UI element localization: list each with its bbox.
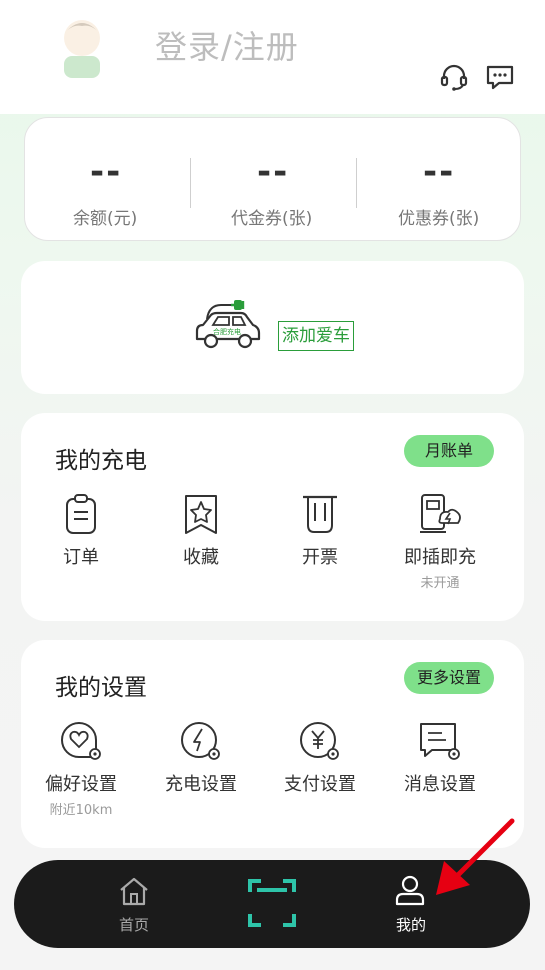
monthly-bill-button[interactable]: 月账单: [404, 435, 494, 467]
tab-home[interactable]: 首页: [104, 870, 184, 940]
preference-settings-icon: [61, 721, 101, 760]
scan-icon[interactable]: [247, 878, 297, 928]
charging-settings-icon: [181, 722, 220, 760]
coupon-stat[interactable]: -- 优惠券(张): [357, 118, 522, 242]
voucher-value: --: [257, 152, 290, 192]
payment-settings-item[interactable]: 支付设置: [260, 720, 380, 796]
coupon-value: --: [423, 152, 456, 192]
invoice-label: 开票: [302, 547, 338, 568]
tab-home-label: 首页: [119, 916, 150, 934]
orders-item[interactable]: 订单: [21, 493, 141, 569]
my-charging-title: 我的充电: [55, 448, 147, 474]
preference-settings-item[interactable]: 偏好设置 附近10km: [21, 720, 141, 818]
charging-settings-label: 充电设置: [165, 774, 237, 795]
voucher-label: 代金券(张): [231, 209, 313, 229]
electric-car-icon: 合肥充电: [195, 300, 261, 349]
account-stats-card: -- 余额(元) -- 代金券(张) -- 优惠券(张): [24, 117, 521, 241]
my-settings-title: 我的设置: [55, 675, 147, 701]
coupon-label: 优惠券(张): [398, 209, 480, 229]
clipboard-icon: [66, 494, 96, 534]
login-register-link[interactable]: 登录/注册: [155, 22, 299, 68]
header: 登录/注册: [0, 0, 545, 114]
red-arrow-annotation: [436, 818, 515, 895]
orders-label: 订单: [63, 547, 99, 568]
balance-value: --: [90, 152, 123, 192]
customer-service-icon[interactable]: [439, 62, 469, 92]
invoice-item[interactable]: 开票: [260, 493, 380, 569]
preference-settings-label: 偏好设置: [45, 774, 117, 795]
payment-settings-icon: [300, 722, 339, 760]
plug-and-charge-label: 即插即充: [404, 547, 476, 568]
message-settings-item[interactable]: 消息设置: [380, 720, 500, 796]
message-settings-icon: [420, 723, 460, 760]
message-icon[interactable]: [485, 62, 515, 92]
payment-settings-label: 支付设置: [284, 774, 356, 795]
avatar[interactable]: [52, 12, 112, 82]
car-brand-text: 合肥充电: [213, 327, 241, 336]
voucher-stat[interactable]: -- 代金券(张): [191, 118, 356, 242]
plug-and-charge-status: 未开通: [420, 576, 460, 591]
balance-stat[interactable]: -- 余额(元): [25, 118, 190, 242]
user-icon: [395, 875, 425, 906]
home-icon: [120, 877, 148, 906]
more-settings-button[interactable]: 更多设置: [404, 662, 494, 694]
plug-charge-icon: [420, 494, 461, 533]
balance-label: 余额(元): [73, 209, 138, 229]
my-charging-card: 我的充电 月账单 订单 收藏 开票 即插即充 未开通: [21, 413, 524, 621]
plug-and-charge-item[interactable]: 即插即充 未开通: [380, 493, 500, 591]
charging-settings-item[interactable]: 充电设置: [141, 720, 261, 796]
invoice-icon: [303, 495, 337, 533]
favorite-star-icon: [185, 495, 217, 534]
message-settings-label: 消息设置: [404, 774, 476, 795]
tab-me-label: 我的: [396, 916, 427, 934]
favorites-label: 收藏: [183, 547, 219, 568]
add-car-button[interactable]: 添加爱车: [278, 321, 354, 351]
preference-settings-detail: 附近10km: [49, 803, 113, 818]
add-car-card[interactable]: 合肥充电 添加爱车: [21, 261, 524, 394]
favorites-item[interactable]: 收藏: [141, 493, 261, 569]
